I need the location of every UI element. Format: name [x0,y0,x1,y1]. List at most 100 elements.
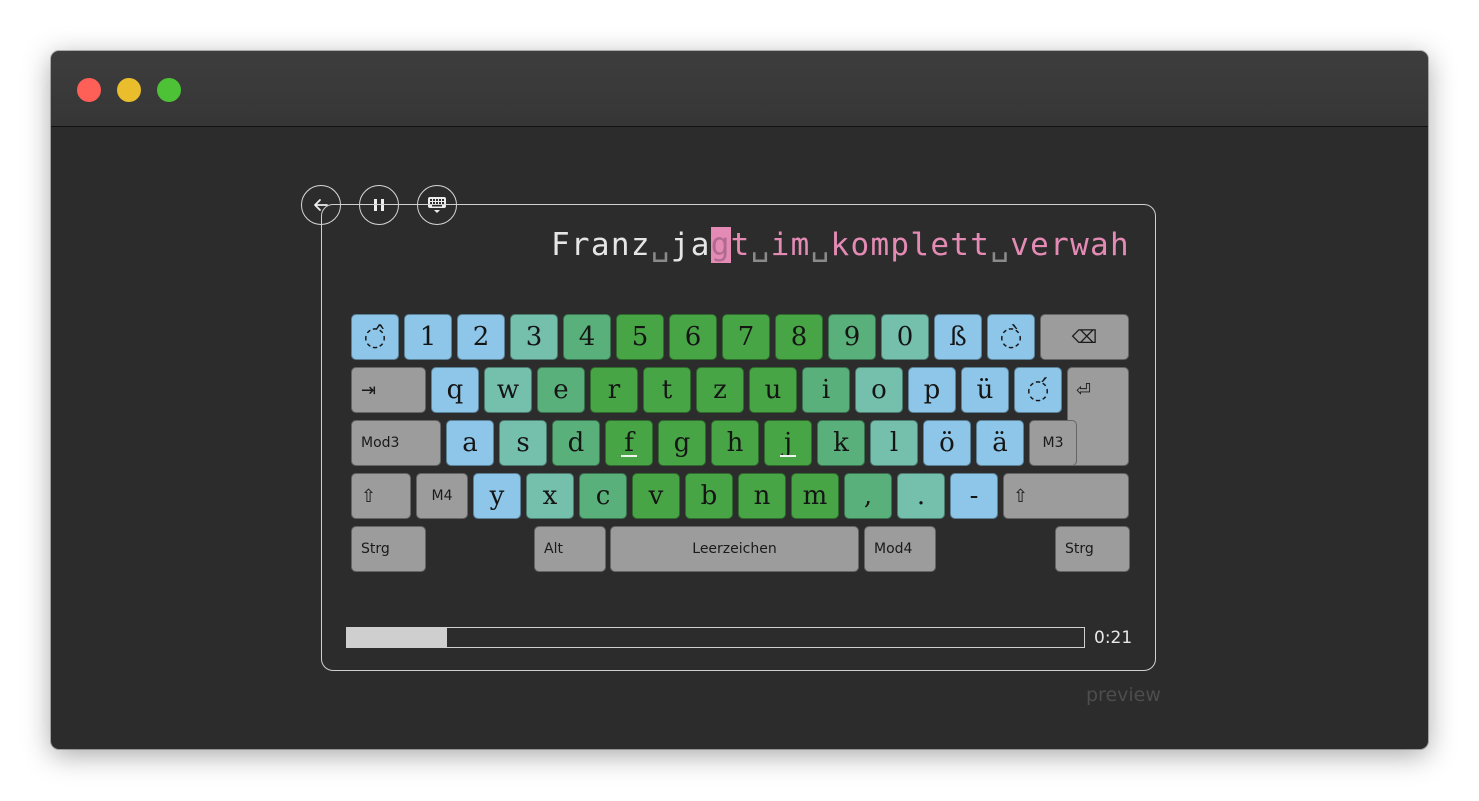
key-2: 2 [457,314,505,360]
key-Mod3: Mod3 [351,420,441,466]
key-Strg: Strg [1055,526,1130,572]
key-p: p [908,367,956,413]
key-label: c [595,481,611,511]
key-label: M3 [1042,435,1064,451]
key-label: 5 [631,322,649,352]
key-⇥: ⇥ [351,367,426,413]
key-8: 8 [775,314,823,360]
key-label: j [783,428,793,458]
pending-text: t␣im␣komplett␣verwah [730,227,1130,263]
key-i: i [802,367,850,413]
key-ß: ß [934,314,982,360]
key-⇧: ⇧ [351,473,411,519]
key-label: Alt [544,541,563,557]
key-u: u [749,367,797,413]
key-3: 3 [510,314,558,360]
key-label: Strg [1065,541,1094,557]
minimize-window-button[interactable] [117,78,141,102]
key-9: 9 [828,314,876,360]
key-label: b [700,481,718,511]
key-M4: M4 [416,473,468,519]
close-window-button[interactable] [77,78,101,102]
key-5: 5 [616,314,664,360]
key-b: b [685,473,733,519]
key-q: q [431,367,479,413]
key-label: ü [976,375,994,405]
key-label: x [542,481,558,511]
key-label: 7 [737,322,755,352]
key-label: y [489,481,505,511]
key-Leerzeichen: Leerzeichen [610,526,859,572]
key-label: p [923,375,941,405]
key-o: o [855,367,903,413]
key-label: ⇧ [1013,485,1029,507]
key-Mod4: Mod4 [864,526,936,572]
key-6: 6 [669,314,717,360]
key-Alt: Alt [534,526,606,572]
key-label: 6 [684,322,702,352]
key-j: j [764,420,812,466]
progress-fill [347,628,448,647]
key-w: w [484,367,532,413]
keyboard-layout: ◌̂ 1 2 3 4 5 6 7 8 9 0 ß ◌̀ ⌫ ⇥ q w e r t z u i o p ü ◌́ ⏎ Mod3 a s d f g… [351,314,1130,576]
key-label: ß [949,322,967,352]
homing-mark [780,455,796,457]
key-label: 1 [419,322,437,352]
key-label: ◌̀ [999,322,1023,352]
key-n: n [738,473,786,519]
key-label: ⇥ [361,379,377,401]
key--: - [950,473,998,519]
key-label: f [624,428,634,458]
key-d: d [552,420,600,466]
key-label: 0 [896,322,914,352]
key-label: 3 [525,322,543,352]
key-label: r [607,375,621,405]
key-label: d [567,428,585,458]
key-label: 2 [472,322,490,352]
key-label: m [802,481,828,511]
key-h: h [711,420,759,466]
key-label: t [661,375,673,405]
key-f: f [605,420,653,466]
key-label: Strg [361,541,390,557]
typed-text: Franz␣ja [550,227,711,263]
key-label: Leerzeichen [692,541,777,557]
key-m: m [791,473,839,519]
key-y: y [473,473,521,519]
key-label: - [969,481,979,511]
current-char: g [710,227,731,263]
key-v: v [632,473,680,519]
key-label: v [648,481,664,511]
key-4: 4 [563,314,611,360]
key-ä: ä [976,420,1024,466]
key-label: ⏎ [1076,380,1092,401]
key-◌̂: ◌̂ [351,314,399,360]
key-x: x [526,473,574,519]
key-label: s [516,428,530,458]
key-M3: M3 [1029,420,1077,466]
key-e: e [537,367,585,413]
key-k: k [817,420,865,466]
key-t: t [643,367,691,413]
key-label: n [753,481,771,511]
key-label: M4 [431,488,453,504]
key-label: Mod4 [874,541,913,557]
key-label: 9 [843,322,861,352]
key-◌́: ◌́ [1014,367,1062,413]
key-label: ä [992,428,1008,458]
key-label: a [462,428,478,458]
key-Strg: Strg [351,526,426,572]
key-label: k [833,428,849,458]
key-r: r [590,367,638,413]
app-window: Franz␣jagt␣im␣komplett␣verwah ◌̂ 1 2 3 4 5 6 7 8… [51,51,1428,749]
key-label: ◌́ [1026,375,1050,405]
key-label: q [446,375,464,405]
key-ö: ö [923,420,971,466]
key-g: g [658,420,706,466]
key-label: e [553,375,569,405]
preview-label: preview [1086,684,1161,706]
key-label: z [713,375,727,405]
maximize-window-button[interactable] [157,78,181,102]
key-,: , [844,473,892,519]
key-label: 8 [790,322,808,352]
